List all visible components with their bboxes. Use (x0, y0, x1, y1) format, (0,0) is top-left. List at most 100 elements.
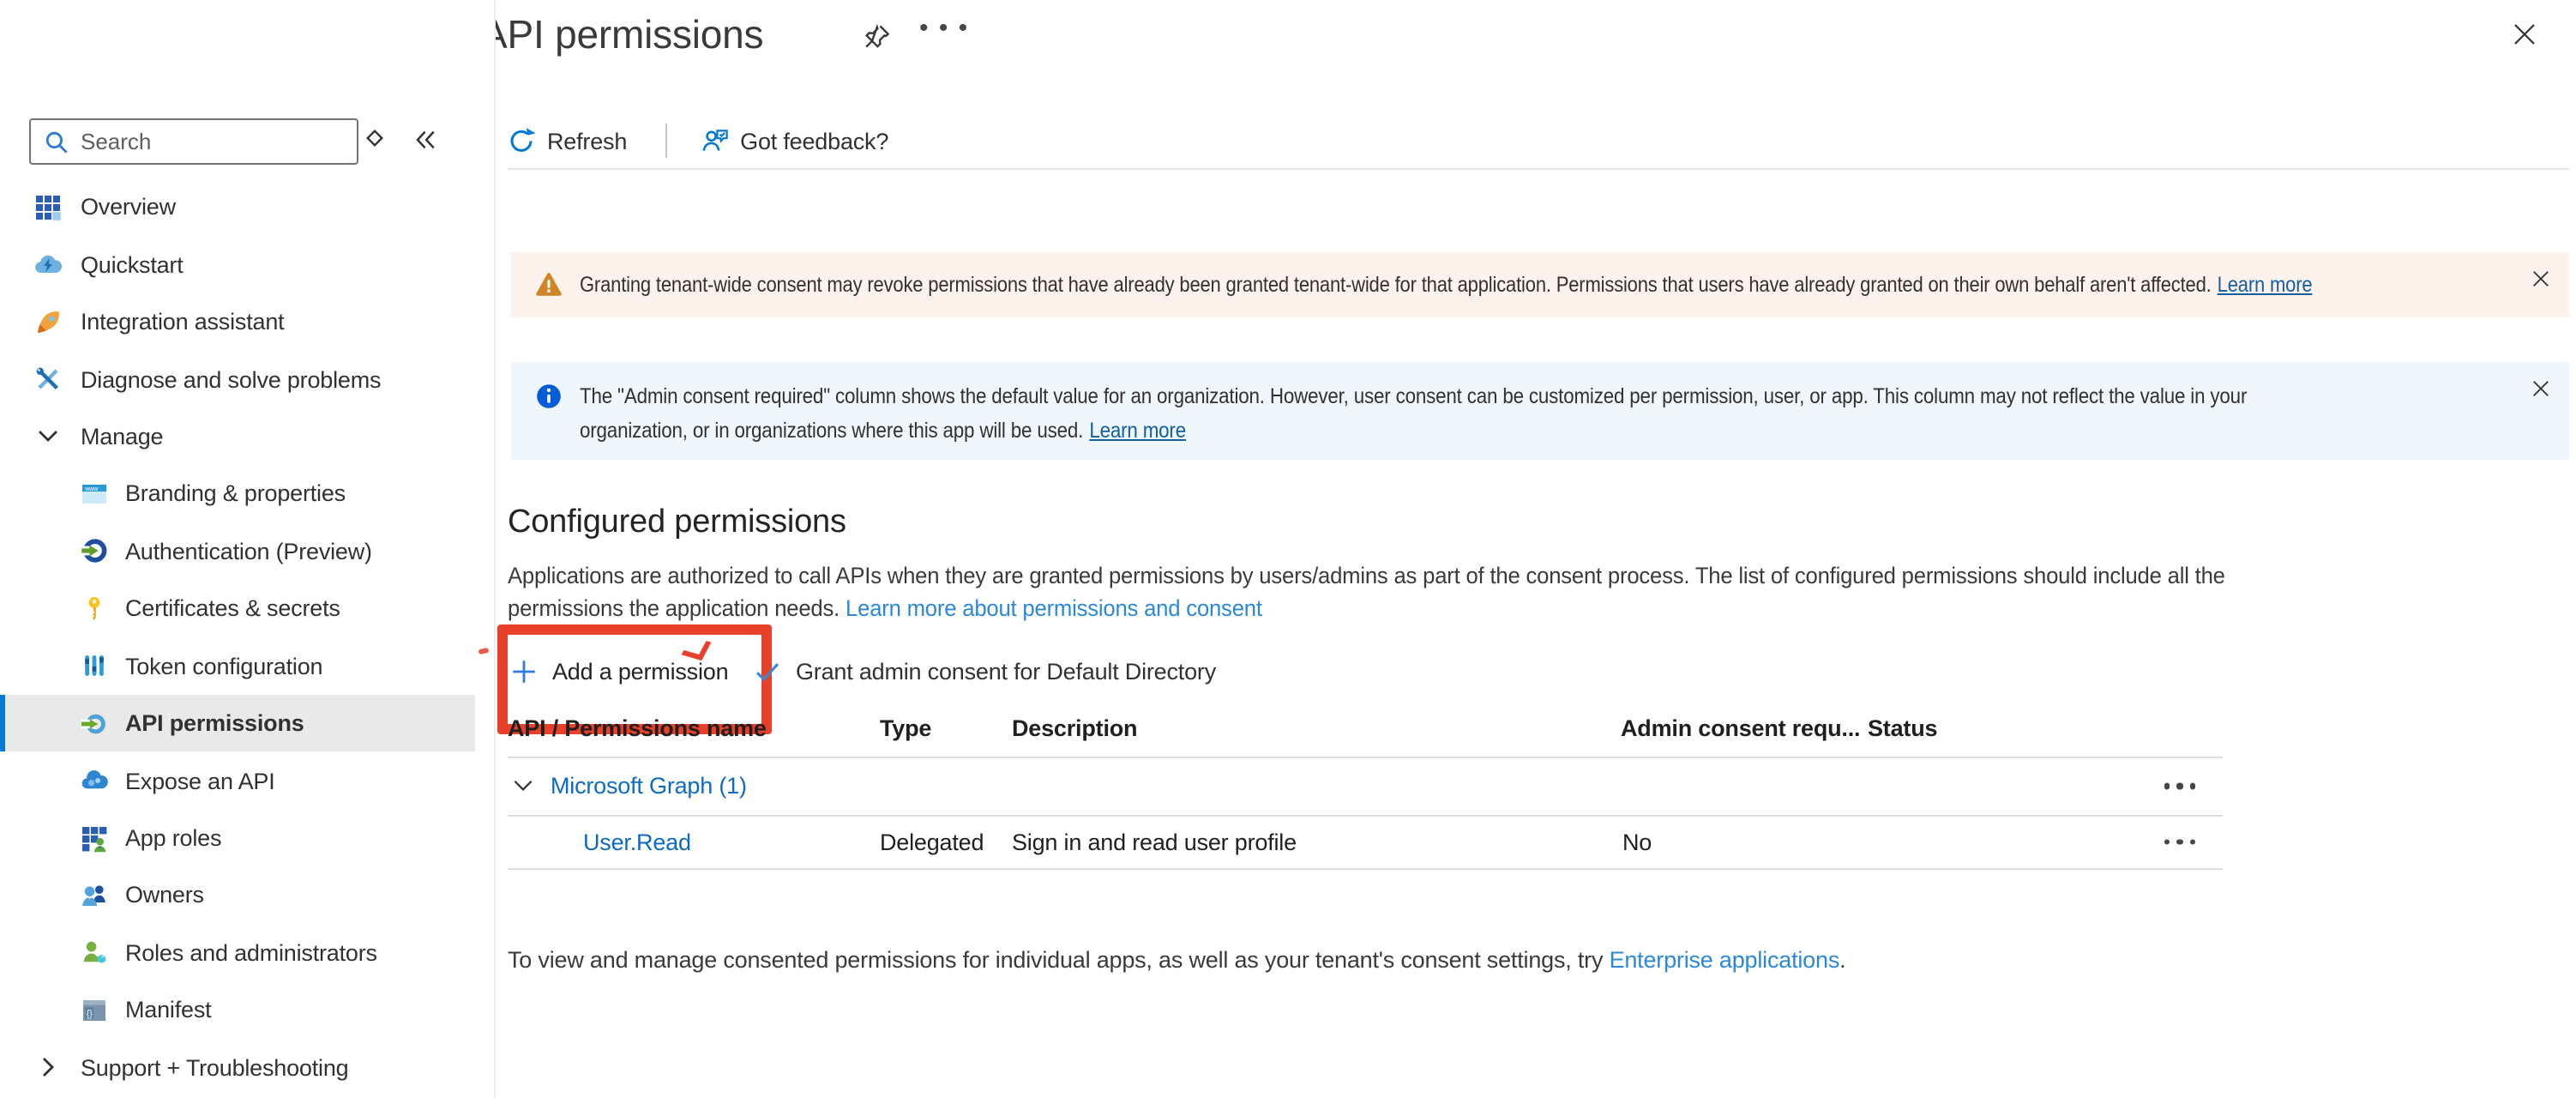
command-bar-divider (665, 124, 666, 158)
sidebar-item-label: Authentication (Preview) (125, 539, 372, 564)
checkmark-icon (753, 656, 782, 685)
column-admin-consent-required: Admin consent requ... (1621, 715, 1860, 741)
info-learn-more-link[interactable]: Learn more (1089, 419, 1186, 443)
sidebar-item-label: Certificates & secrets (125, 596, 340, 622)
add-permission-label: Add a permission (552, 658, 728, 684)
info-banner-close-icon[interactable] (2531, 379, 2550, 398)
sidebar-item-overview[interactable]: Overview (0, 178, 475, 236)
resize-handle-icon[interactable] (364, 127, 386, 149)
sidebar-section-support-troubleshooting[interactable]: Support + Troubleshooting (0, 1039, 475, 1096)
sidebar-item-api-permissions[interactable]: API permissions (0, 695, 475, 752)
sidebar-item-label: Overview (81, 194, 176, 220)
diagnose-icon (34, 365, 62, 393)
microsoft-graph-link[interactable]: Microsoft Graph (1) (551, 773, 747, 799)
search-box (29, 118, 358, 165)
sidebar-item-manifest[interactable]: {} Manifest (0, 981, 475, 1039)
enterprise-applications-link[interactable]: Enterprise applications (1610, 947, 1840, 973)
sidebar-section-manage[interactable]: Manage (0, 408, 475, 466)
search-input[interactable] (77, 127, 357, 156)
api-permissions-icon (81, 709, 108, 737)
column-description: Description (1012, 715, 1137, 741)
permissions-table-header: API / Permissions name Type Description … (508, 707, 2223, 758)
table-row-user-read: User.Read Delegated Sign in and read use… (508, 815, 2223, 870)
add-permission-button[interactable]: Add a permission (511, 647, 728, 695)
sidebar-item-label: Quickstart (81, 251, 184, 277)
sidebar-item-label: Owners (125, 883, 204, 908)
quickstart-icon (34, 250, 62, 278)
refresh-button[interactable]: Refresh (508, 127, 627, 154)
refresh-icon (508, 127, 535, 154)
feedback-label: Got feedback? (740, 128, 888, 154)
sidebar-item-label: App roles (125, 825, 221, 851)
grant-admin-consent-label: Grant admin consent for Default Director… (796, 658, 1216, 684)
svg-text:www: www (84, 485, 99, 492)
sidebar-item-expose-api[interactable]: Expose an API (0, 752, 475, 810)
main-content: Refresh Got feedback? Granting tenant-wi… (508, 0, 2569, 1098)
sidebar-section-label: Support + Troubleshooting (81, 1055, 349, 1081)
row-actions-ellipsis-icon[interactable] (2160, 776, 2199, 796)
manifest-icon: {} (81, 997, 108, 1024)
warning-learn-more-link[interactable]: Learn more (2218, 273, 2313, 297)
sidebar-nav: Overview Quickstart Integration assistan… (0, 178, 475, 1096)
chevron-down-icon (34, 423, 62, 450)
info-icon (535, 383, 563, 410)
sidebar-item-label: Diagnose and solve problems (81, 366, 381, 392)
row-actions-ellipsis-icon[interactable] (2160, 832, 2199, 852)
command-bar: Refresh Got feedback? (508, 113, 2569, 170)
permission-name-link[interactable]: User.Read (583, 829, 691, 854)
branding-icon: www (81, 480, 108, 508)
sidebar-item-label: Integration assistant (81, 309, 284, 335)
sidebar-section-label: Manage (81, 424, 163, 449)
info-banner: The "Admin consent required" column show… (511, 362, 2569, 460)
certificates-icon (81, 595, 108, 623)
sidebar-item-app-roles[interactable]: App roles (0, 810, 475, 867)
warning-banner-close-icon[interactable] (2531, 269, 2550, 288)
permissions-consent-link[interactable]: Learn more about permissions and consent (846, 595, 1262, 621)
sidebar-item-roles-administrators[interactable]: Roles and administrators (0, 924, 475, 981)
expander-chevron-down-icon[interactable] (511, 774, 535, 798)
integration-assistant-icon (34, 308, 62, 335)
sidebar-item-label: Manifest (125, 998, 211, 1023)
app-roles-icon (81, 824, 108, 852)
sidebar-item-label: API permissions (125, 710, 304, 736)
configured-permissions-heading: Configured permissions (508, 504, 846, 542)
warning-banner: Granting tenant-wide consent may revoke … (511, 252, 2569, 317)
sidebar-item-diagnose[interactable]: Diagnose and solve problems (0, 351, 475, 408)
token-configuration-icon (81, 652, 108, 679)
api-permissions-blade: eric-test-delete-me|API permissions • • … (0, 0, 2576, 1098)
footer-note: To view and manage consented permissions… (508, 947, 1845, 973)
sidebar-item-label: Token configuration (125, 653, 322, 679)
authentication-icon (81, 538, 108, 565)
sidebar-item-label: Roles and administrators (125, 940, 377, 966)
roles-admins-icon (81, 939, 108, 967)
sidebar-item-branding[interactable]: www Branding & properties (0, 465, 475, 522)
table-row-group-microsoft-graph: Microsoft Graph (1) (508, 757, 2223, 817)
expose-api-icon (81, 767, 108, 794)
info-banner-text: The "Admin consent required" column show… (580, 379, 2299, 448)
column-type: Type (880, 715, 931, 741)
collapse-menu-icon[interactable] (412, 127, 439, 153)
feedback-button[interactable]: Got feedback? (701, 127, 888, 154)
sidebar-item-owners[interactable]: Owners (0, 867, 475, 925)
grant-admin-consent-button[interactable]: Grant admin consent for Default Director… (753, 647, 1216, 695)
column-api-permissions-name: API / Permissions name (508, 715, 767, 741)
overview-icon (34, 193, 62, 220)
warning-icon (535, 271, 563, 299)
sidebar-item-certificates[interactable]: Certificates & secrets (0, 580, 475, 637)
sidebar-item-quickstart[interactable]: Quickstart (0, 236, 475, 293)
permission-description: Sign in and read user profile (1012, 829, 1297, 854)
sidebar-item-label: Expose an API (125, 768, 275, 793)
sidebar-item-authentication[interactable]: Authentication (Preview) (0, 522, 475, 580)
sidebar-item-integration-assistant[interactable]: Integration assistant (0, 293, 475, 351)
sidebar: Overview Quickstart Integration assistan… (0, 0, 496, 1098)
permissions-intro-text: Applications are authorized to call APIs… (508, 559, 2276, 624)
refresh-label: Refresh (547, 128, 627, 154)
search-icon (43, 128, 70, 155)
column-status: Status (1868, 715, 1937, 741)
feedback-icon (701, 127, 728, 154)
sidebar-item-token-configuration[interactable]: Token configuration (0, 637, 475, 695)
warning-banner-text: Granting tenant-wide consent may revoke … (580, 273, 2312, 297)
owners-icon (81, 882, 108, 909)
plus-icon (511, 658, 537, 684)
sidebar-item-label: Branding & properties (125, 481, 346, 507)
